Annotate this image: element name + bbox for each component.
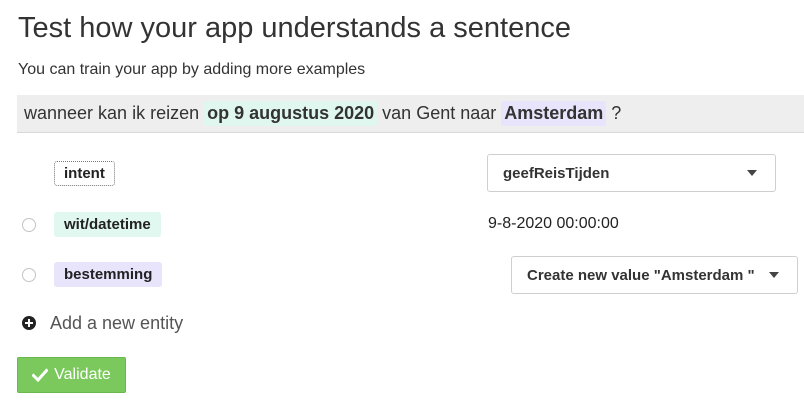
check-icon — [32, 368, 49, 382]
sentence-text-part: wanneer kan ik reizen — [24, 103, 205, 123]
datetime-radio[interactable] — [22, 218, 36, 232]
intent-select-value: geefReisTijden — [503, 164, 610, 182]
sentence-input[interactable]: wanneer kan ik reizen op 9 augustus 2020… — [17, 95, 804, 133]
caret-down-icon — [769, 272, 779, 278]
highlight-datetime[interactable]: op 9 augustus 2020 — [204, 101, 378, 126]
datetime-tag: wit/datetime — [54, 212, 161, 237]
add-entity-button[interactable]: Add a new entity — [22, 312, 183, 334]
datetime-value: 9-8-2020 00:00:00 — [488, 215, 619, 232]
entity-row-datetime: wit/datetime 9-8-2020 00:00:00 — [0, 205, 804, 245]
add-entity-label: Add a new entity — [50, 312, 184, 333]
destination-tag: bestemming — [54, 262, 163, 287]
sentence-text-part: van Gent naar — [377, 103, 502, 123]
plus-circle-icon — [22, 316, 36, 330]
validate-button[interactable]: Validate — [17, 357, 126, 393]
page-title: Test how your app understands a sentence — [18, 12, 571, 44]
validate-label: Validate — [54, 366, 111, 383]
destination-select-value: Create new value "Amsterdam " — [527, 266, 755, 284]
entity-row-intent: intent geefReisTijden — [0, 154, 804, 194]
highlight-destination[interactable]: Amsterdam — [501, 101, 607, 126]
sentence-text-part: ? — [606, 103, 622, 123]
destination-select[interactable]: Create new value "Amsterdam " — [511, 256, 798, 294]
intent-select[interactable]: geefReisTijden — [487, 154, 776, 192]
caret-down-icon — [747, 170, 757, 176]
page-subtitle: You can train your app by adding more ex… — [18, 61, 366, 78]
intent-tag: intent — [54, 161, 115, 186]
entity-row-destination: bestemming Create new value "Amsterdam " — [0, 256, 804, 296]
destination-radio[interactable] — [22, 268, 36, 282]
